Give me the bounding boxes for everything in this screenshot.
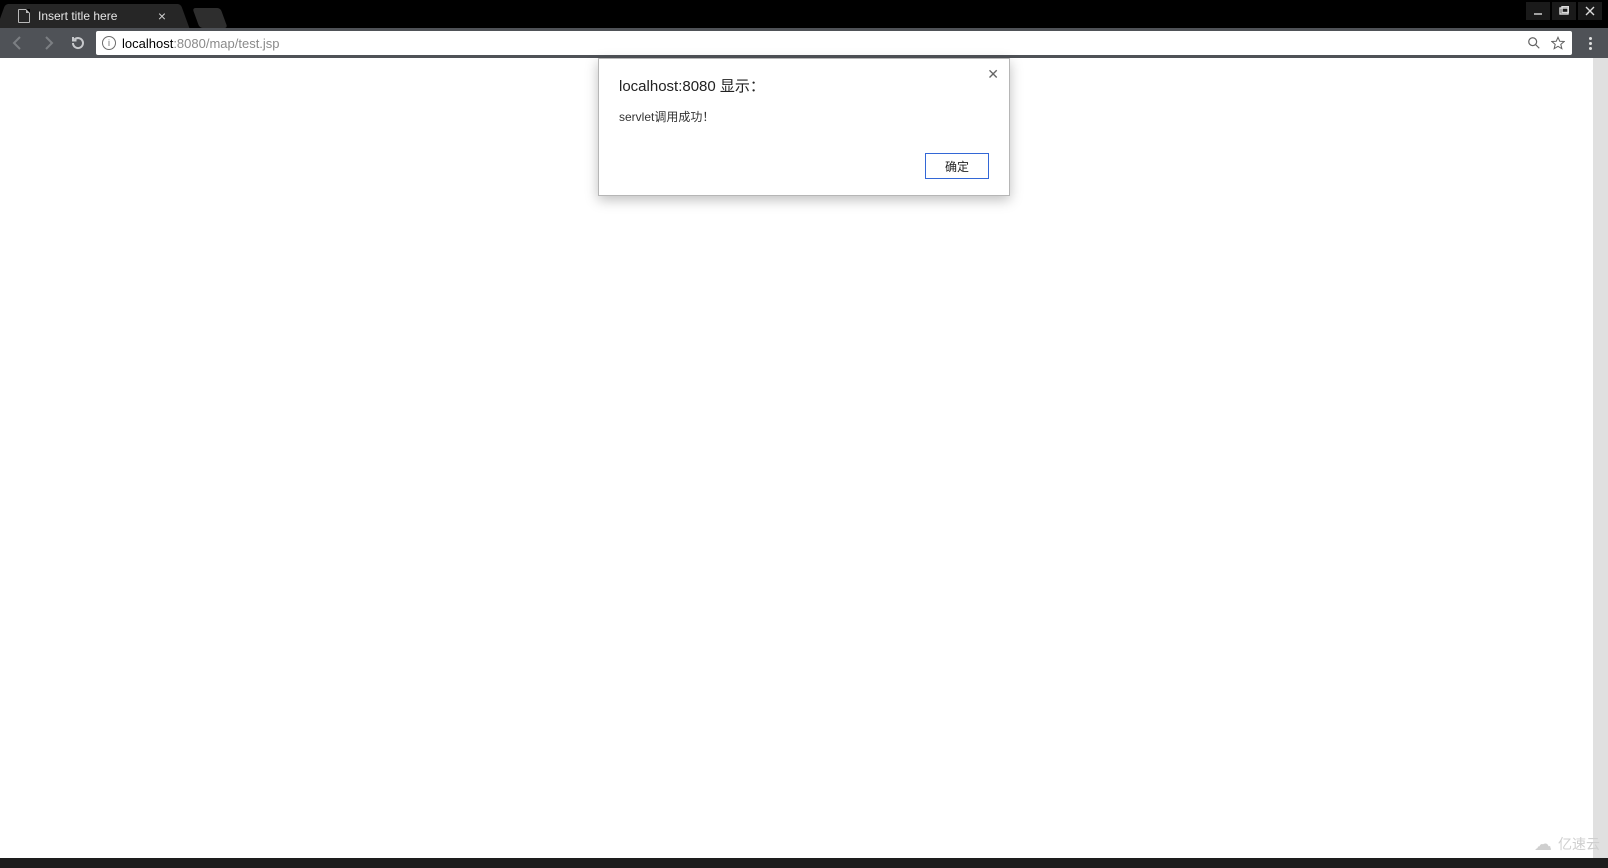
page-viewport: ✕ localhost:8080 显示： servlet调用成功！ 确定 [0, 58, 1608, 858]
address-bar[interactable]: i localhost:8080/map/test.jsp [96, 31, 1572, 55]
vertical-scrollbar[interactable] [1593, 58, 1608, 858]
window-close-button[interactable] [1578, 2, 1602, 20]
nav-forward-button[interactable] [36, 31, 60, 55]
site-info-icon[interactable]: i [102, 36, 116, 50]
window-maximize-button[interactable] [1552, 2, 1576, 20]
browser-tab[interactable]: Insert title here × [8, 4, 178, 28]
new-tab-button[interactable] [192, 8, 227, 28]
alert-ok-button[interactable]: 确定 [925, 153, 989, 179]
url-hostname: localhost [122, 36, 173, 51]
window-controls [1526, 2, 1602, 20]
window-title-bar: Insert title here × [0, 0, 1608, 28]
browser-menu-button[interactable] [1578, 31, 1602, 55]
alert-message: servlet调用成功！ [619, 108, 989, 125]
browser-toolbar: i localhost:8080/map/test.jsp [0, 28, 1608, 58]
os-taskbar[interactable] [0, 858, 1608, 868]
nav-back-button[interactable] [6, 31, 30, 55]
url-path: :8080/map/test.jsp [173, 36, 279, 51]
alert-actions: 确定 [619, 153, 989, 179]
omnibox-actions [1526, 35, 1566, 51]
alert-title: localhost:8080 显示： [619, 75, 989, 96]
js-alert-dialog: ✕ localhost:8080 显示： servlet调用成功！ 确定 [598, 58, 1010, 196]
tab-close-icon[interactable]: × [156, 9, 168, 23]
window-minimize-button[interactable] [1526, 2, 1550, 20]
nav-reload-button[interactable] [66, 31, 90, 55]
kebab-menu-icon [1589, 37, 1592, 50]
scrollbar-thumb[interactable] [1593, 58, 1608, 858]
page-icon [18, 9, 30, 23]
bookmark-star-icon[interactable] [1550, 35, 1566, 51]
alert-close-icon[interactable]: ✕ [987, 67, 999, 81]
zoom-icon[interactable] [1526, 35, 1542, 51]
tab-title: Insert title here [38, 9, 156, 23]
